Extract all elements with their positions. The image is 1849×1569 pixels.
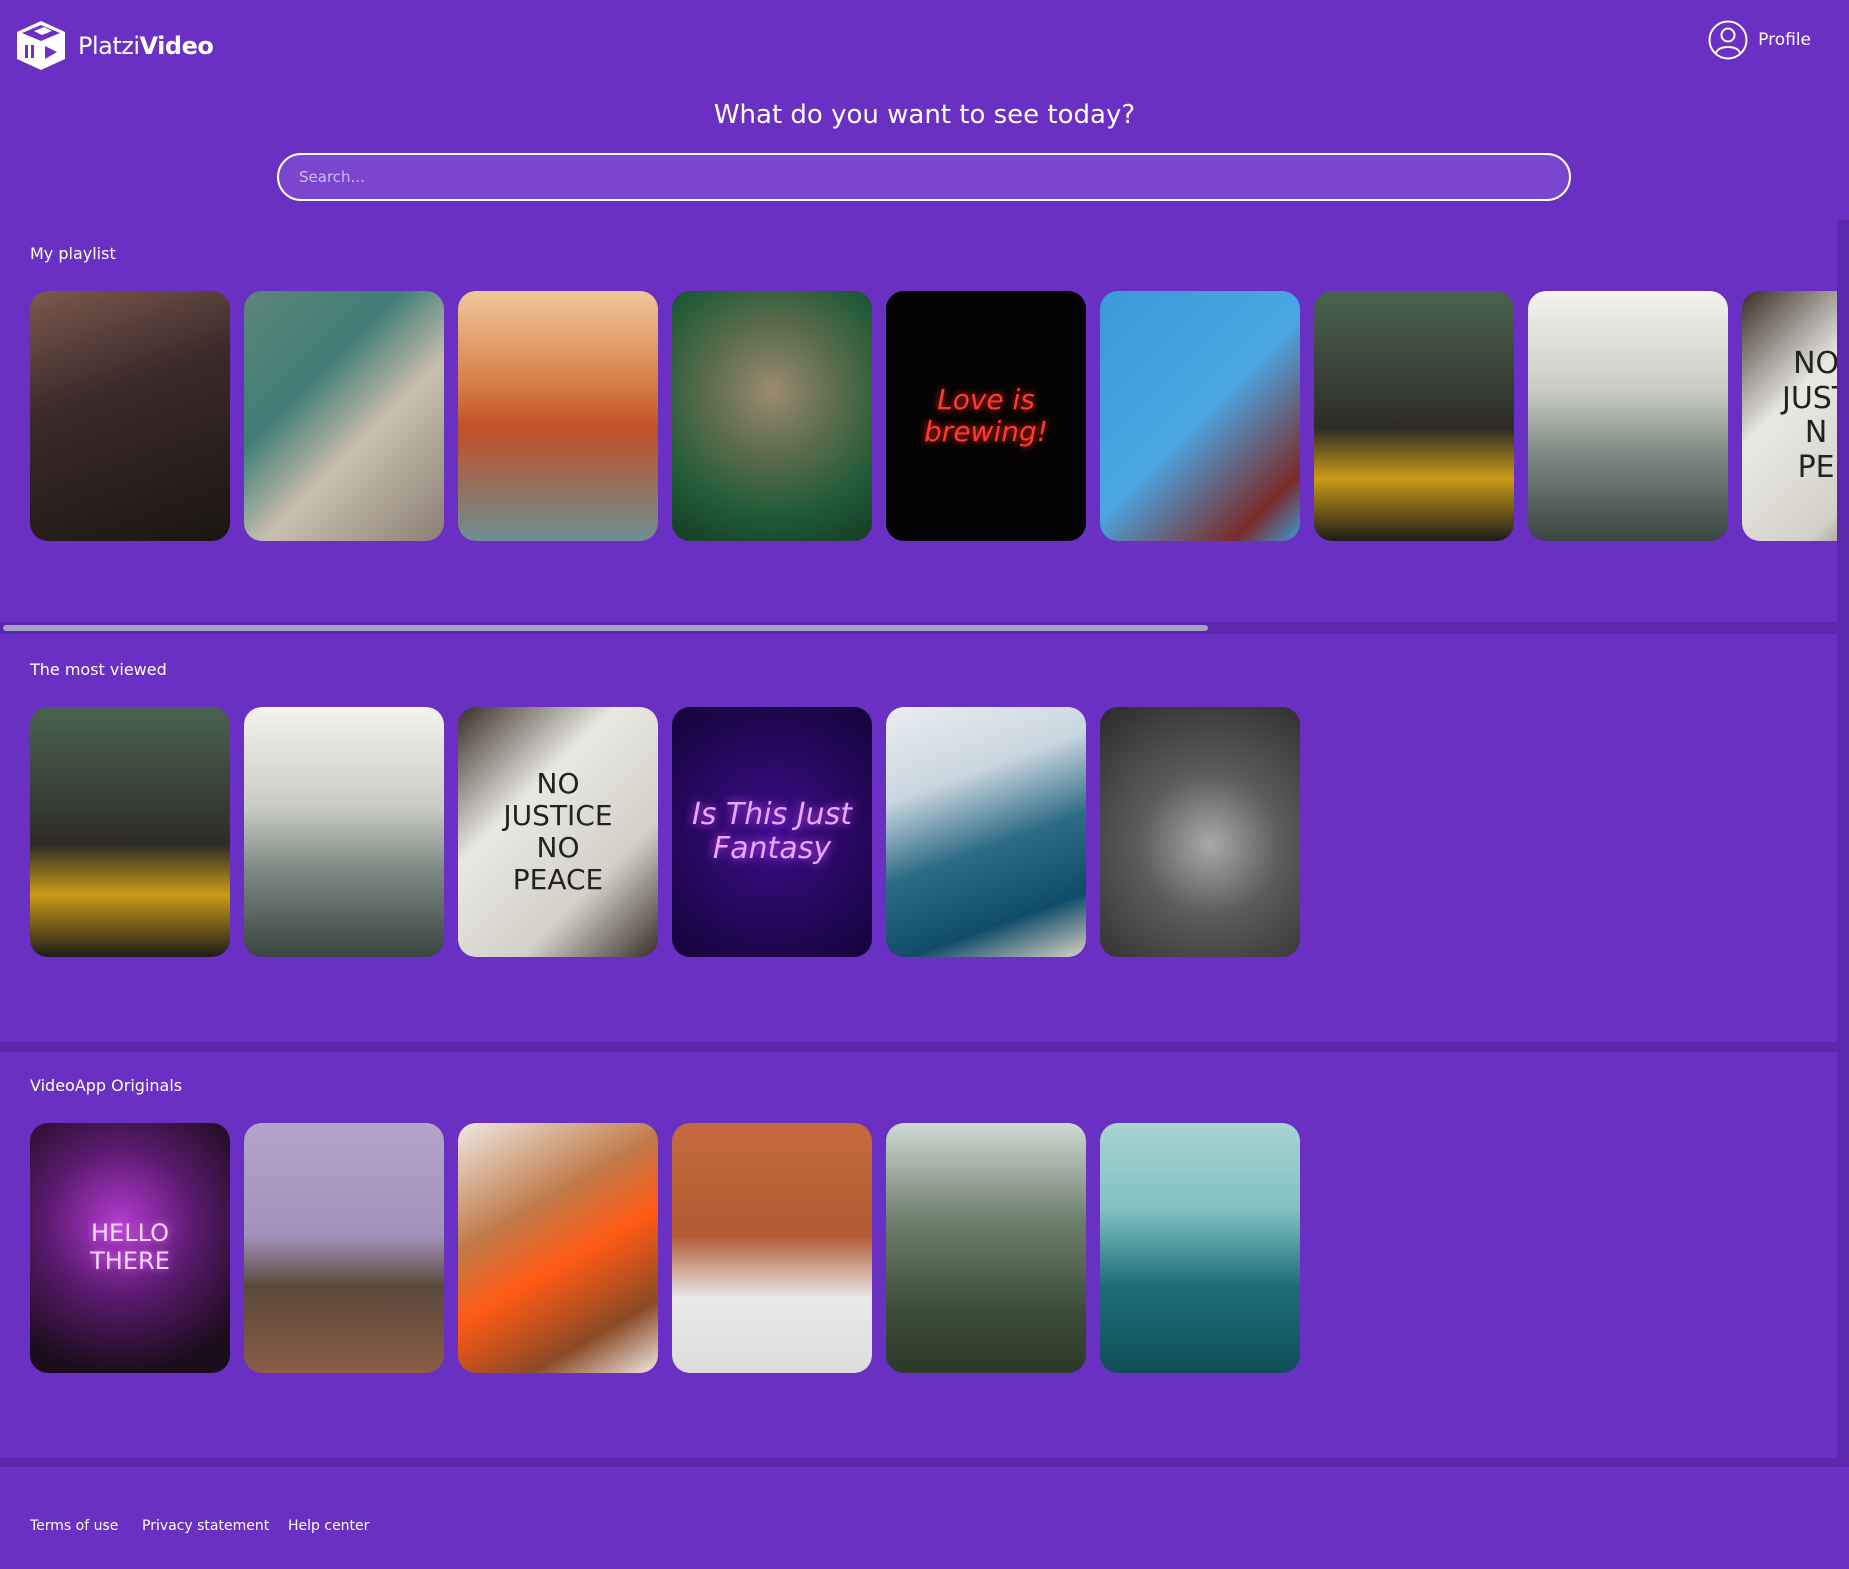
vertical-scrollbar[interactable] (1837, 220, 1849, 1470)
section-most-viewed: The most viewed NO JUSTICE NO PEACE Is T… (0, 636, 1837, 1048)
video-card[interactable] (1100, 1123, 1300, 1373)
privacy-link[interactable]: Privacy statement (142, 1518, 269, 1534)
header: PlatziVideo Profile (0, 0, 1849, 88)
video-card[interactable] (458, 291, 658, 541)
section-divider (0, 1042, 1837, 1052)
protest-sign-text: NO JUSTICE NO PEACE (503, 766, 613, 897)
page-title: What do you want to see today? (713, 100, 1136, 130)
video-card[interactable] (30, 707, 230, 957)
search-input[interactable] (277, 153, 1571, 201)
video-card[interactable] (886, 1123, 1086, 1373)
neon-sign-text: Is This Just Fantasy (691, 796, 853, 866)
scrollbar-thumb[interactable] (3, 625, 1208, 631)
help-center-link[interactable]: Help center (288, 1518, 369, 1534)
profile-menu[interactable]: Profile (1708, 20, 1811, 60)
video-card[interactable] (1314, 291, 1514, 541)
video-card[interactable] (458, 1123, 658, 1373)
video-card[interactable] (672, 291, 872, 541)
footer: Terms of use Privacy statement Help cent… (0, 1467, 1849, 1569)
section-videoapp-originals: VideoApp Originals HELLO THERE (0, 1052, 1837, 1464)
video-card[interactable]: NO JUSTICE NO PEACE (458, 707, 658, 957)
brand-logo[interactable]: PlatziVideo (14, 19, 214, 72)
section-title: My playlist (30, 244, 116, 263)
video-card[interactable] (244, 291, 444, 541)
video-card[interactable] (886, 707, 1086, 957)
user-circle-icon (1708, 20, 1748, 60)
neon-sign-text: HELLO THERE (90, 1219, 170, 1275)
neon-sign-text: Love is brewing! (924, 382, 1048, 448)
section-my-playlist: My playlist Love is brewing! NO JUST N P… (0, 220, 1837, 632)
carousel: NO JUSTICE NO PEACE Is This Just Fantasy (30, 707, 1300, 957)
video-card[interactable]: NO JUST N PE (1742, 291, 1837, 541)
section-title: The most viewed (30, 660, 167, 679)
cube-play-icon (17, 21, 65, 70)
carousel: HELLO THERE (30, 1123, 1300, 1373)
brand-name: PlatziVideo (78, 31, 214, 60)
video-card[interactable] (1100, 291, 1300, 541)
protest-sign-text: NO JUST N PE (1782, 346, 1837, 485)
video-card[interactable] (1100, 707, 1300, 957)
terms-link[interactable]: Terms of use (30, 1518, 118, 1534)
video-card[interactable] (244, 707, 444, 957)
video-card[interactable] (672, 1123, 872, 1373)
video-card[interactable]: HELLO THERE (30, 1123, 230, 1373)
video-card[interactable] (30, 291, 230, 541)
video-card[interactable] (1528, 291, 1728, 541)
video-card[interactable]: Is This Just Fantasy (672, 707, 872, 957)
video-card[interactable] (244, 1123, 444, 1373)
carousel: Love is brewing! NO JUST N PE (30, 291, 1837, 541)
profile-label: Profile (1758, 30, 1811, 50)
horizontal-scrollbar[interactable] (0, 622, 1837, 634)
video-card[interactable]: Love is brewing! (886, 291, 1086, 541)
section-title: VideoApp Originals (30, 1076, 183, 1095)
